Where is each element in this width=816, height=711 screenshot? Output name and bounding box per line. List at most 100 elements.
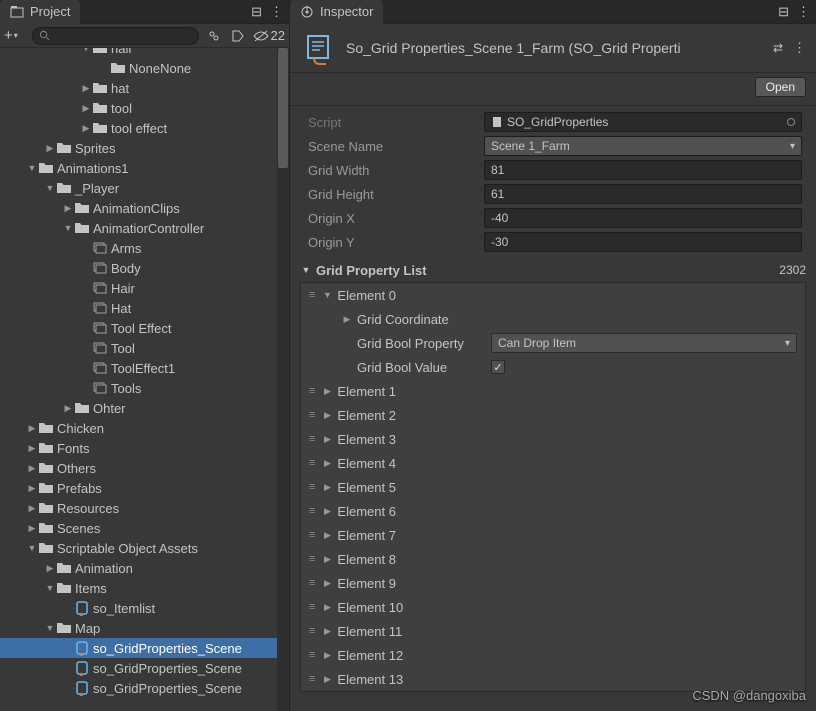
grid-coordinate-row[interactable]: ▶ Grid Coordinate xyxy=(301,307,805,331)
tree-item[interactable]: ▶Scenes xyxy=(0,518,289,538)
tree-item[interactable]: ▼_Player xyxy=(0,178,289,198)
tree-item[interactable]: ▼Scriptable Object Assets xyxy=(0,538,289,558)
tree-item[interactable]: ▶hat xyxy=(0,78,289,98)
tree-item[interactable]: ▼AnimatiorController xyxy=(0,218,289,238)
list-element[interactable]: ≡▶Element 12 xyxy=(301,643,805,667)
drag-handle-icon[interactable]: ≡ xyxy=(309,481,317,493)
add-asset-button[interactable]: +▾ xyxy=(4,27,26,44)
expand-arrow-icon[interactable]: ▶ xyxy=(44,563,56,574)
scene-name-dropdown[interactable]: Scene 1_Farm xyxy=(484,136,802,156)
list-element[interactable]: ≡▶Element 1 xyxy=(301,379,805,403)
inspector-tab[interactable]: i Inspector xyxy=(290,0,383,24)
drag-handle-icon[interactable]: ≡ xyxy=(309,673,317,685)
drag-handle-icon[interactable]: ≡ xyxy=(309,649,317,661)
object-picker-icon[interactable] xyxy=(787,118,795,126)
tree-item[interactable]: Arms xyxy=(0,238,289,258)
expand-arrow-icon[interactable]: ▼ xyxy=(44,583,56,593)
expand-arrow-icon[interactable]: ▶ xyxy=(26,443,38,454)
list-count[interactable]: 2302 xyxy=(754,263,806,277)
tree-item[interactable]: ▶tool effect xyxy=(0,118,289,138)
expand-arrow-icon[interactable]: ▼ xyxy=(26,543,38,553)
drag-handle-icon[interactable]: ≡ xyxy=(309,385,317,397)
tree-item[interactable]: ▶tool xyxy=(0,98,289,118)
tree-item[interactable]: ▼Animations1 xyxy=(0,158,289,178)
list-element[interactable]: ≡ ▼ Element 0 xyxy=(301,283,805,307)
expand-arrow-icon[interactable]: ▶ xyxy=(62,403,74,414)
tree-item[interactable]: Tool xyxy=(0,338,289,358)
scrollbar[interactable] xyxy=(277,48,289,711)
expand-arrow-icon[interactable]: ▼ xyxy=(62,223,74,233)
filter-by-label-icon[interactable] xyxy=(229,27,247,45)
addressable-icon[interactable]: ⇄ xyxy=(773,41,783,55)
list-element[interactable]: ≡▶Element 6 xyxy=(301,499,805,523)
tree-item[interactable]: NoneNone xyxy=(0,58,289,78)
tree-item[interactable]: ▶Others xyxy=(0,458,289,478)
expand-arrow-icon[interactable]: ▶ xyxy=(80,83,92,94)
tree-item[interactable]: ▶AnimationClips xyxy=(0,198,289,218)
expand-arrow-icon[interactable]: ▶ xyxy=(26,523,38,534)
tree-item[interactable]: Hair xyxy=(0,278,289,298)
list-element[interactable]: ≡▶Element 3 xyxy=(301,427,805,451)
tree-item[interactable]: ▼hair xyxy=(0,48,289,58)
list-element[interactable]: ≡▶Element 4 xyxy=(301,451,805,475)
project-tab[interactable]: Project xyxy=(0,0,80,24)
expand-arrow-icon[interactable]: ▼ xyxy=(26,163,38,173)
search-input[interactable] xyxy=(32,27,199,45)
drag-handle-icon[interactable]: ≡ xyxy=(309,433,317,445)
drag-handle-icon[interactable]: ≡ xyxy=(309,553,317,565)
lock-icon[interactable]: ⊟ xyxy=(251,4,262,20)
list-element[interactable]: ≡▶Element 10 xyxy=(301,595,805,619)
origin-y-field[interactable]: -30 xyxy=(484,232,802,252)
filter-by-type-icon[interactable] xyxy=(205,27,223,45)
list-element[interactable]: ≡▶Element 7 xyxy=(301,523,805,547)
origin-x-field[interactable]: -40 xyxy=(484,208,802,228)
drag-handle-icon[interactable]: ≡ xyxy=(309,505,317,517)
tree-item[interactable]: ToolEffect1 xyxy=(0,358,289,378)
drag-handle-icon[interactable]: ≡ xyxy=(309,529,317,541)
drag-handle-icon[interactable]: ≡ xyxy=(309,601,317,613)
script-field[interactable]: SO_GridProperties xyxy=(484,112,802,132)
list-element[interactable]: ≡▶Element 5 xyxy=(301,475,805,499)
header-menu-icon[interactable]: ⋮ xyxy=(793,40,806,56)
expand-arrow-icon[interactable]: ▼ xyxy=(80,48,92,53)
tree-item[interactable]: so_Itemlist xyxy=(0,598,289,618)
expand-arrow-icon[interactable]: ▶ xyxy=(62,203,74,214)
tree-item[interactable]: ▶Fonts xyxy=(0,438,289,458)
grid-property-list-header[interactable]: ▼ Grid Property List 2302 xyxy=(290,258,816,282)
tree-item[interactable]: so_GridProperties_Scene xyxy=(0,678,289,698)
drag-handle-icon[interactable]: ≡ xyxy=(309,289,317,301)
drag-handle-icon[interactable]: ≡ xyxy=(309,409,317,421)
expand-arrow-icon[interactable]: ▶ xyxy=(80,123,92,134)
grid-height-field[interactable]: 61 xyxy=(484,184,802,204)
drag-handle-icon[interactable]: ≡ xyxy=(309,577,317,589)
expand-arrow-icon[interactable]: ▶ xyxy=(80,103,92,114)
tree-item[interactable]: Hat xyxy=(0,298,289,318)
tree-item[interactable]: ▶Sprites xyxy=(0,138,289,158)
tree-item[interactable]: Body xyxy=(0,258,289,278)
expand-arrow-icon[interactable]: ▼ xyxy=(44,183,56,193)
expand-arrow-icon[interactable]: ▶ xyxy=(26,423,38,434)
list-element[interactable]: ≡▶Element 2 xyxy=(301,403,805,427)
expand-arrow-icon[interactable]: ▼ xyxy=(44,623,56,633)
grid-width-field[interactable]: 81 xyxy=(484,160,802,180)
tree-item[interactable]: Tools xyxy=(0,378,289,398)
tree-item[interactable]: ▶Resources xyxy=(0,498,289,518)
expand-arrow-icon[interactable]: ▶ xyxy=(44,143,56,154)
lock-icon[interactable]: ⊟ xyxy=(778,4,789,20)
tree-item[interactable]: ▼Items xyxy=(0,578,289,598)
expand-arrow-icon[interactable]: ▶ xyxy=(26,503,38,514)
tree-item[interactable]: ▶Ohter xyxy=(0,398,289,418)
tree-item[interactable]: so_GridProperties_Scene xyxy=(0,638,289,658)
expand-arrow-icon[interactable]: ▶ xyxy=(26,483,38,494)
panel-menu-icon[interactable]: ⋮ xyxy=(797,4,810,20)
tree-item[interactable]: ▶Prefabs xyxy=(0,478,289,498)
tree-item[interactable]: Tool Effect xyxy=(0,318,289,338)
tree-item[interactable]: ▶Animation xyxy=(0,558,289,578)
expand-arrow-icon[interactable]: ▶ xyxy=(26,463,38,474)
list-element[interactable]: ≡▶Element 11 xyxy=(301,619,805,643)
grid-bool-property-dropdown[interactable]: Can Drop Item xyxy=(491,333,797,353)
drag-handle-icon[interactable]: ≡ xyxy=(309,625,317,637)
tree-item[interactable]: ▼Map xyxy=(0,618,289,638)
drag-handle-icon[interactable]: ≡ xyxy=(309,457,317,469)
grid-bool-value-checkbox[interactable]: ✓ xyxy=(491,360,505,374)
